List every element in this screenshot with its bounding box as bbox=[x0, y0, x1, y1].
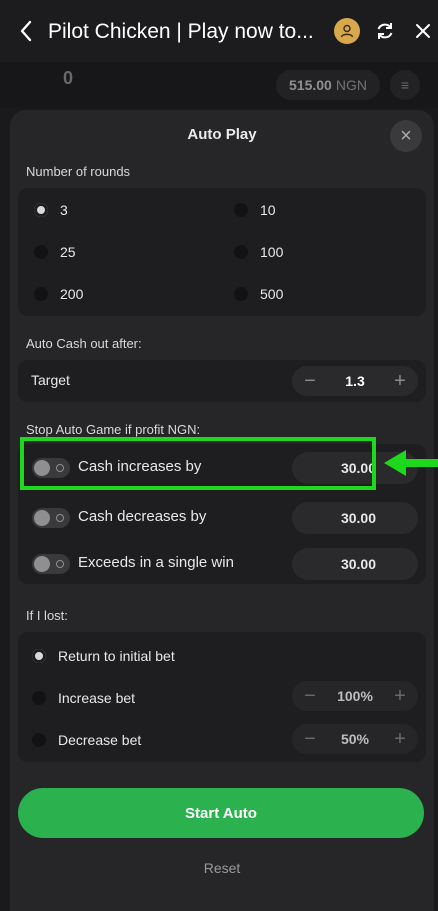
minus-icon[interactable]: − bbox=[302, 685, 318, 708]
single-win-row: Exceeds in a single win 30.00 bbox=[18, 542, 426, 586]
rounds-label: Number of rounds bbox=[26, 164, 131, 179]
cash-decreases-toggle[interactable] bbox=[32, 508, 70, 528]
green-arrow-icon bbox=[384, 450, 438, 476]
modal-close-icon[interactable]: × bbox=[390, 120, 422, 152]
cashout-label: Auto Cash out after: bbox=[26, 336, 142, 351]
radio-icon bbox=[234, 287, 248, 301]
target-label: Target bbox=[31, 372, 70, 388]
user-icon[interactable] bbox=[334, 18, 360, 44]
plus-icon[interactable]: + bbox=[392, 370, 408, 393]
radio-icon bbox=[34, 287, 48, 301]
decrease-bet-stepper: − 50% + bbox=[292, 724, 418, 754]
round-option-200[interactable]: 200 bbox=[34, 286, 83, 302]
return-initial-option[interactable]: Return to initial bet bbox=[32, 648, 175, 664]
radio-selected-icon bbox=[32, 649, 46, 663]
increase-bet-stepper: − 100% + bbox=[292, 681, 418, 711]
balance-badge: 515.00 NGN bbox=[276, 70, 380, 100]
minus-icon[interactable]: − bbox=[302, 370, 318, 393]
balance-amount: 515.00 bbox=[289, 77, 332, 93]
modal-title: Auto Play bbox=[187, 126, 257, 143]
close-icon[interactable] bbox=[410, 18, 436, 44]
hamburger-menu-icon[interactable]: ≡ bbox=[390, 70, 420, 100]
radio-icon bbox=[32, 691, 46, 705]
decrease-bet-value[interactable]: 50% bbox=[341, 731, 369, 747]
decrease-bet-option[interactable]: Decrease bet bbox=[32, 732, 141, 748]
reset-button[interactable]: Reset bbox=[10, 860, 434, 876]
start-auto-button[interactable]: Start Auto bbox=[18, 788, 424, 838]
cash-decreases-label: Cash decreases by bbox=[78, 508, 207, 525]
radio-icon bbox=[234, 203, 248, 217]
plus-icon[interactable]: + bbox=[392, 685, 408, 708]
refresh-icon[interactable] bbox=[372, 18, 398, 44]
single-win-input[interactable]: 30.00 bbox=[292, 548, 418, 580]
cash-decreases-input[interactable]: 30.00 bbox=[292, 502, 418, 534]
round-option-500[interactable]: 500 bbox=[234, 286, 283, 302]
target-row: Target − 1.3 + bbox=[18, 360, 426, 402]
game-header: 0 515.00 NGN ≡ bbox=[0, 62, 438, 108]
target-value[interactable]: 1.3 bbox=[345, 373, 364, 389]
browser-header: Pilot Chicken | Play now to... bbox=[0, 0, 438, 62]
target-stepper: − 1.3 + bbox=[292, 366, 418, 396]
single-win-label: Exceeds in a single win bbox=[78, 554, 234, 571]
increase-bet-option[interactable]: Increase bet bbox=[32, 690, 135, 706]
round-option-10[interactable]: 10 bbox=[234, 202, 276, 218]
radio-selected-icon bbox=[34, 203, 48, 217]
cash-decreases-row: Cash decreases by 30.00 bbox=[18, 496, 426, 540]
auto-play-modal: Auto Play × Number of rounds 3 10 25 100… bbox=[10, 110, 438, 911]
plus-icon[interactable]: + bbox=[392, 728, 408, 751]
single-win-toggle[interactable] bbox=[32, 554, 70, 574]
radio-icon bbox=[34, 245, 48, 259]
round-option-25[interactable]: 25 bbox=[34, 244, 76, 260]
radio-icon bbox=[234, 245, 248, 259]
rounds-panel: 3 10 25 100 200 500 bbox=[18, 188, 426, 316]
highlight-box bbox=[20, 437, 376, 490]
lost-label: If I lost: bbox=[26, 608, 68, 623]
radio-icon bbox=[32, 733, 46, 747]
back-arrow-icon[interactable] bbox=[16, 18, 38, 46]
round-option-3[interactable]: 3 bbox=[34, 202, 68, 218]
balance-currency: NGN bbox=[335, 77, 367, 93]
game-logo: 0 bbox=[62, 68, 73, 88]
increase-bet-value[interactable]: 100% bbox=[337, 688, 373, 704]
stop-label: Stop Auto Game if profit NGN: bbox=[26, 422, 201, 437]
minus-icon[interactable]: − bbox=[302, 728, 318, 751]
page-title: Pilot Chicken | Play now to... bbox=[48, 20, 314, 43]
round-option-100[interactable]: 100 bbox=[234, 244, 283, 260]
